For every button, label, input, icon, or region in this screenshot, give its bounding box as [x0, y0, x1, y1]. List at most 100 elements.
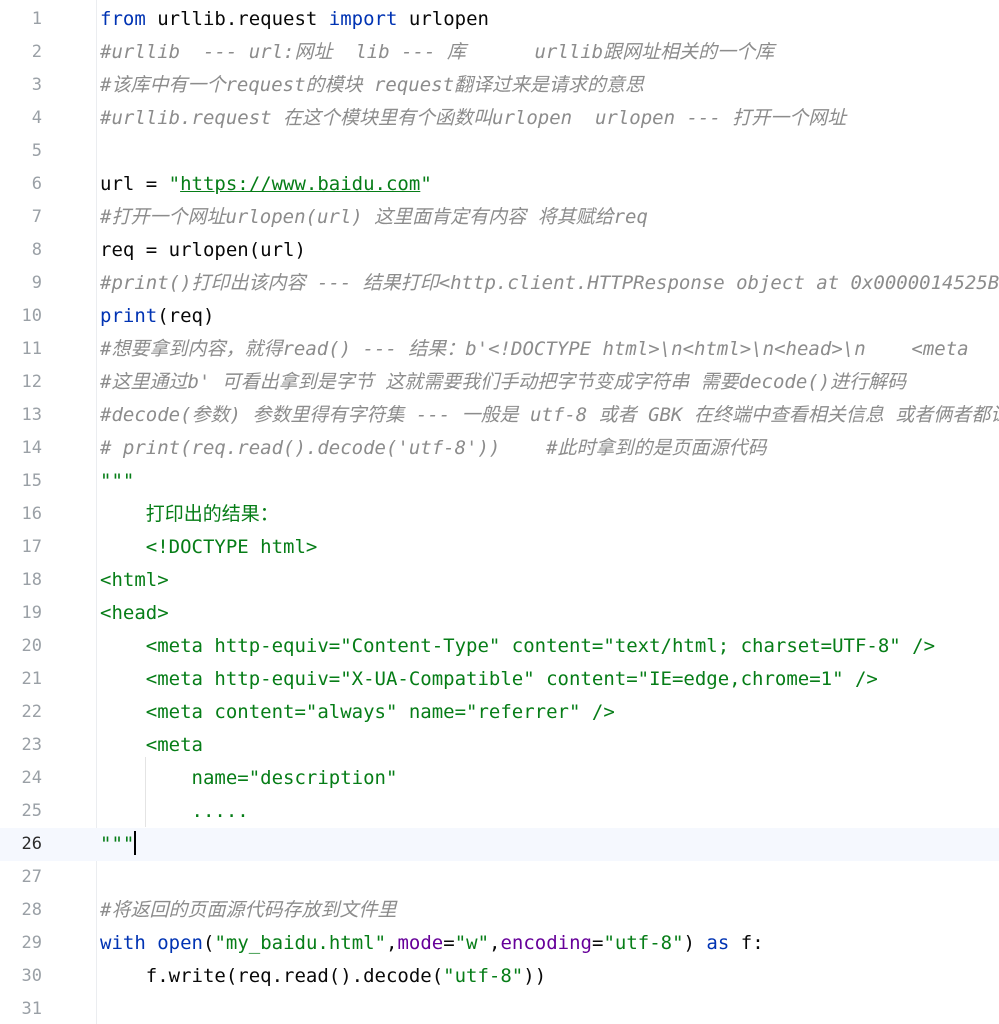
- alias: f:: [729, 932, 764, 954]
- docstring[interactable]: <meta content="always" name="referrer" /…: [100, 696, 615, 729]
- string-literal: "my_baidu.html": [214, 932, 387, 954]
- line-number: 3: [31, 75, 42, 95]
- quote: ": [420, 173, 432, 195]
- builtin-function: print: [100, 305, 158, 327]
- docstring[interactable]: <!DOCTYPE html>: [100, 531, 318, 564]
- code-line[interactable]: 23 <meta: [0, 729, 999, 762]
- code-line[interactable]: 1 from urllib.request import urlopen: [0, 3, 999, 36]
- line-number: 12: [21, 372, 42, 392]
- code-line[interactable]: 7 #打开一个网址urlopen(url) 这里面肯定有内容 将其赋给req: [0, 201, 999, 234]
- code-line[interactable]: 4 #urllib.request 在这个模块里有个函数叫urlopen url…: [0, 102, 999, 135]
- comment[interactable]: #urllib --- url:网址 lib --- 库 urllib跟网址相关…: [100, 36, 774, 69]
- comment[interactable]: #打开一个网址urlopen(url) 这里面肯定有内容 将其赋给req: [100, 201, 648, 234]
- line-number: 8: [31, 240, 42, 260]
- line-number: 5: [31, 141, 42, 161]
- code-line[interactable]: 27: [0, 861, 999, 894]
- line-number: 6: [31, 174, 42, 194]
- docstring[interactable]: <head>: [100, 597, 169, 630]
- comment[interactable]: #print()打印出该内容 --- 结果打印<http.client.HTTP…: [100, 267, 999, 300]
- import-name: urlopen: [397, 8, 489, 30]
- code-line[interactable]: 24 name="description": [0, 762, 999, 795]
- comment[interactable]: #该库中有一个request的模块 request翻译过来是请求的意思: [100, 69, 644, 102]
- comment[interactable]: # print(req.read().decode('utf-8')) #此时拿…: [100, 432, 767, 465]
- line-number: 30: [21, 966, 42, 986]
- line-number: 14: [21, 438, 42, 458]
- current-line[interactable]: 26 """: [0, 828, 999, 861]
- code-line[interactable]: 13 #decode(参数) 参数里得有字符集 --- 一般是 utf-8 或者…: [0, 399, 999, 432]
- code-line[interactable]: 2 #urllib --- url:网址 lib --- 库 urllib跟网址…: [0, 36, 999, 69]
- line-number: 10: [21, 306, 42, 326]
- code-line[interactable]: 15 """: [0, 465, 999, 498]
- named-param: encoding: [500, 932, 592, 954]
- docstring[interactable]: .....: [100, 795, 249, 828]
- code-line[interactable]: 6 url = "https://www.baidu.com": [0, 168, 999, 201]
- docstring[interactable]: """: [100, 465, 134, 498]
- code-line[interactable]: 9 #print()打印出该内容 --- 结果打印<http.client.HT…: [0, 267, 999, 300]
- comment[interactable]: #decode(参数) 参数里得有字符集 --- 一般是 utf-8 或者 GB…: [100, 399, 999, 432]
- comment[interactable]: #urllib.request 在这个模块里有个函数叫urlopen urlop…: [100, 102, 846, 135]
- code-line[interactable]: 10 print(req): [0, 300, 999, 333]
- code-line[interactable]: 31: [0, 993, 999, 1024]
- line-number: 29: [21, 933, 42, 953]
- code-line[interactable]: 3 #该库中有一个request的模块 request翻译过来是请求的意思: [0, 69, 999, 102]
- code-text[interactable]: """: [100, 828, 137, 861]
- code-line[interactable]: 12 #这里通过b' 可看出拿到是字节 这就需要我们手动把字节变成字符串 需要d…: [0, 366, 999, 399]
- line-number: 20: [21, 636, 42, 656]
- code-line[interactable]: 28 #将返回的页面源代码存放到文件里: [0, 894, 999, 927]
- docstring[interactable]: <meta: [100, 729, 203, 762]
- code-line[interactable]: 29 with open("my_baidu.html",mode="w",en…: [0, 927, 999, 960]
- docstring[interactable]: 打印出的结果：: [100, 498, 279, 531]
- code-line[interactable]: 21 <meta http-equiv="X-UA-Compatible" co…: [0, 663, 999, 696]
- code-text[interactable]: from urllib.request import urlopen: [100, 3, 489, 36]
- code-line[interactable]: 25 .....: [0, 795, 999, 828]
- url-link[interactable]: https://www.baidu.com: [180, 173, 420, 195]
- code-line[interactable]: 19 <head>: [0, 597, 999, 630]
- keyword: with: [100, 932, 146, 954]
- line-number: 17: [21, 537, 42, 557]
- code-line[interactable]: 5: [0, 135, 999, 168]
- code-line[interactable]: 11 #想要拿到内容，就得read() --- 结果：b'<!DOCTYPE h…: [0, 333, 999, 366]
- code-line[interactable]: 20 <meta http-equiv="Content-Type" conte…: [0, 630, 999, 663]
- line-number: 16: [21, 504, 42, 524]
- keyword: from: [100, 8, 146, 30]
- code-line[interactable]: 22 <meta content="always" name="referrer…: [0, 696, 999, 729]
- code-text[interactable]: url = "https://www.baidu.com": [100, 168, 432, 201]
- keyword: import: [328, 8, 398, 30]
- line-number: 31: [21, 999, 42, 1019]
- code-line[interactable]: 16 打印出的结果：: [0, 498, 999, 531]
- docstring: """: [100, 833, 135, 855]
- text-cursor: [134, 831, 137, 855]
- code-line[interactable]: 8 req = urlopen(url): [0, 234, 999, 267]
- docstring[interactable]: <html>: [100, 564, 169, 597]
- docstring[interactable]: <meta http-equiv="X-UA-Compatible" conte…: [100, 663, 878, 696]
- code-text[interactable]: req = urlopen(url): [100, 234, 306, 267]
- line-number: 18: [21, 570, 42, 590]
- code-line[interactable]: 18 <html>: [0, 564, 999, 597]
- line-number: 26: [21, 834, 42, 854]
- comment[interactable]: #想要拿到内容，就得read() --- 结果：b'<!DOCTYPE html…: [100, 333, 969, 366]
- line-number: 24: [21, 768, 42, 788]
- code-text[interactable]: f.write(req.read().decode("utf-8")): [100, 960, 546, 993]
- line-number: 2: [31, 42, 42, 62]
- code-line[interactable]: 14 # print(req.read().decode('utf-8')) #…: [0, 432, 999, 465]
- docstring[interactable]: name="description": [100, 762, 398, 795]
- docstring[interactable]: <meta http-equiv="Content-Type" content=…: [100, 630, 935, 663]
- line-number: 15: [21, 471, 42, 491]
- string-literal: "utf-8": [603, 932, 684, 954]
- line-number: 19: [21, 603, 42, 623]
- code-editor[interactable]: 1 from urllib.request import urlopen 2 #…: [0, 0, 999, 1024]
- code-line[interactable]: 17 <!DOCTYPE html>: [0, 531, 999, 564]
- line-number: 9: [31, 273, 42, 293]
- comment[interactable]: #这里通过b' 可看出拿到是字节 这就需要我们手动把字节变成字符串 需要deco…: [100, 366, 906, 399]
- comma: ,: [489, 932, 501, 954]
- code-text[interactable]: print(req): [100, 300, 214, 333]
- line-number: 22: [21, 702, 42, 722]
- code-line[interactable]: 30 f.write(req.read().decode("utf-8")): [0, 960, 999, 993]
- comment[interactable]: #将返回的页面源代码存放到文件里: [100, 894, 396, 927]
- code-text[interactable]: with open("my_baidu.html",mode="w",encod…: [100, 927, 764, 960]
- equals: =: [592, 932, 604, 954]
- module-name: urllib.request: [145, 8, 329, 30]
- line-number: 11: [21, 339, 42, 359]
- line-number: 27: [21, 867, 42, 887]
